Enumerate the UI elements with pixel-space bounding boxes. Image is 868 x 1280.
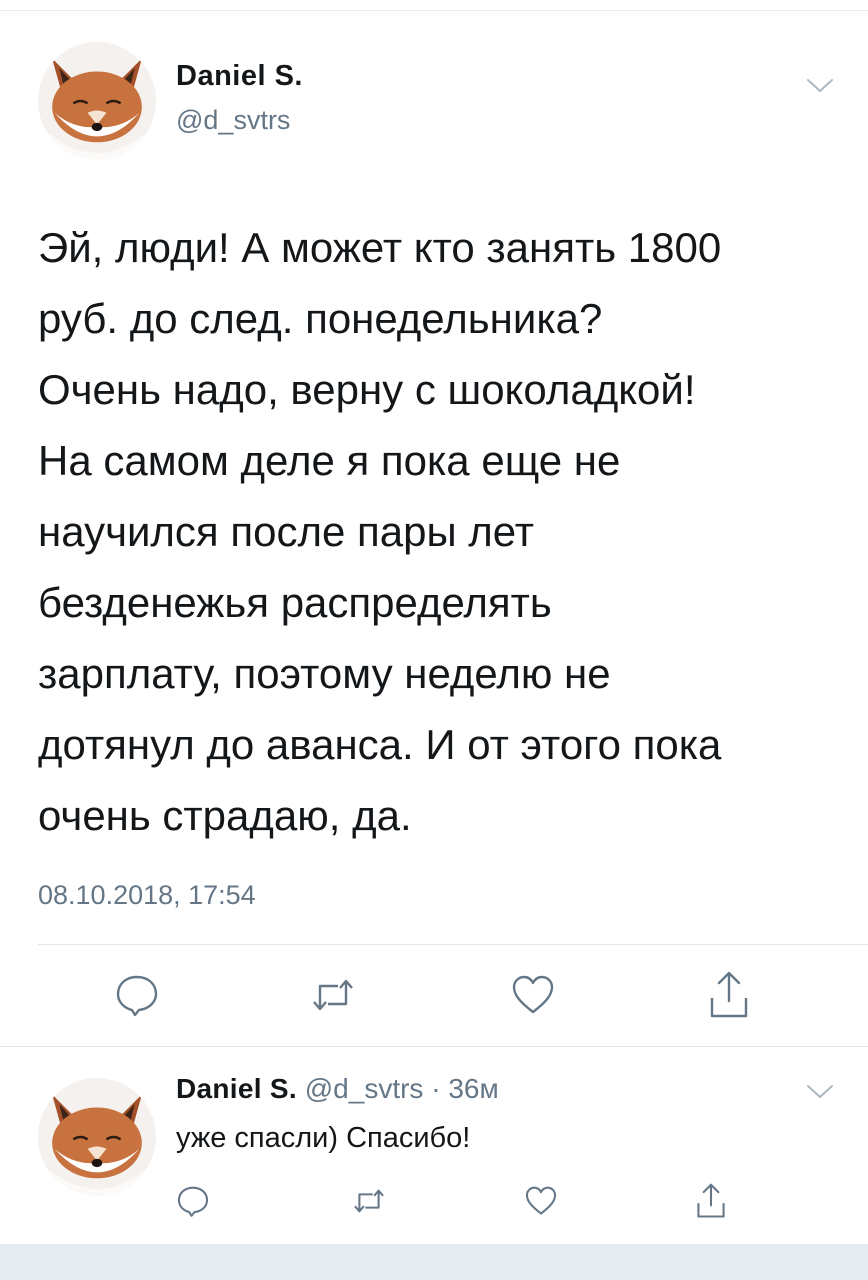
share-icon [697,1183,725,1218]
tweet-text: Эй, люди! А может кто занять 1800 руб. д… [38,212,838,851]
fox-avatar[interactable] [38,1078,156,1196]
like-button[interactable] [510,972,556,1018]
tweet-text-line: Очень надо, верну с шоколадкой! [38,366,696,413]
retweet-icon [354,1189,384,1213]
share-button[interactable] [706,970,752,1020]
tweet-text-line: На самом деле я пока еще не [38,437,621,484]
tweet-text-line: зарплату, поэтому неделю не [38,650,611,697]
tweet-divider [0,1046,868,1047]
reply-time: 36м [448,1073,499,1104]
tweet-timestamp: 08.10.2018, 17:54 [38,880,256,910]
like-icon [512,975,554,1014]
reply-button[interactable] [176,1184,210,1218]
reply-author-handle[interactable]: @d_svtrs [305,1073,424,1104]
tweet-text-line: научился после пары лет [38,508,535,555]
reply-icon [177,1186,209,1217]
tweet-text-line: руб. до след. понедельника? [38,295,603,342]
retweet-icon [313,979,353,1011]
retweet-button[interactable] [310,972,356,1018]
like-button[interactable] [524,1184,558,1218]
reply-separator: · [431,1073,441,1104]
tweet-text-line: дотянул до аванса. И от этого пока [38,721,722,768]
reply-icon [116,975,158,1017]
timestamp-divider [38,944,868,945]
like-icon [525,1186,557,1215]
retweet-button[interactable] [352,1184,386,1218]
fox-avatar[interactable] [38,42,156,160]
reply-author-name[interactable]: Daniel S. [176,1073,297,1104]
chevron-down-icon[interactable] [805,76,835,96]
chevron-down-icon[interactable] [805,1082,835,1102]
tweet-text-line: безденежья распределять [38,579,552,626]
share-button[interactable] [694,1182,728,1220]
reply-button[interactable] [114,972,160,1018]
bottom-bar [0,1244,868,1280]
reply-text: уже спасли) Спасибо! [176,1122,471,1154]
share-icon [710,971,748,1018]
author-name[interactable]: Daniel S. [176,60,303,93]
reply-header: Daniel S. @d_svtrs · 36м [176,1073,499,1105]
fox-avatar-image [38,1078,156,1196]
fox-avatar-image [38,42,156,160]
top-divider [0,10,868,11]
author-handle[interactable]: @d_svtrs [176,105,290,136]
tweet-text-line: очень страдаю, да. [38,792,412,839]
tweet-text-line: Эй, люди! А может кто занять 1800 [38,224,722,271]
